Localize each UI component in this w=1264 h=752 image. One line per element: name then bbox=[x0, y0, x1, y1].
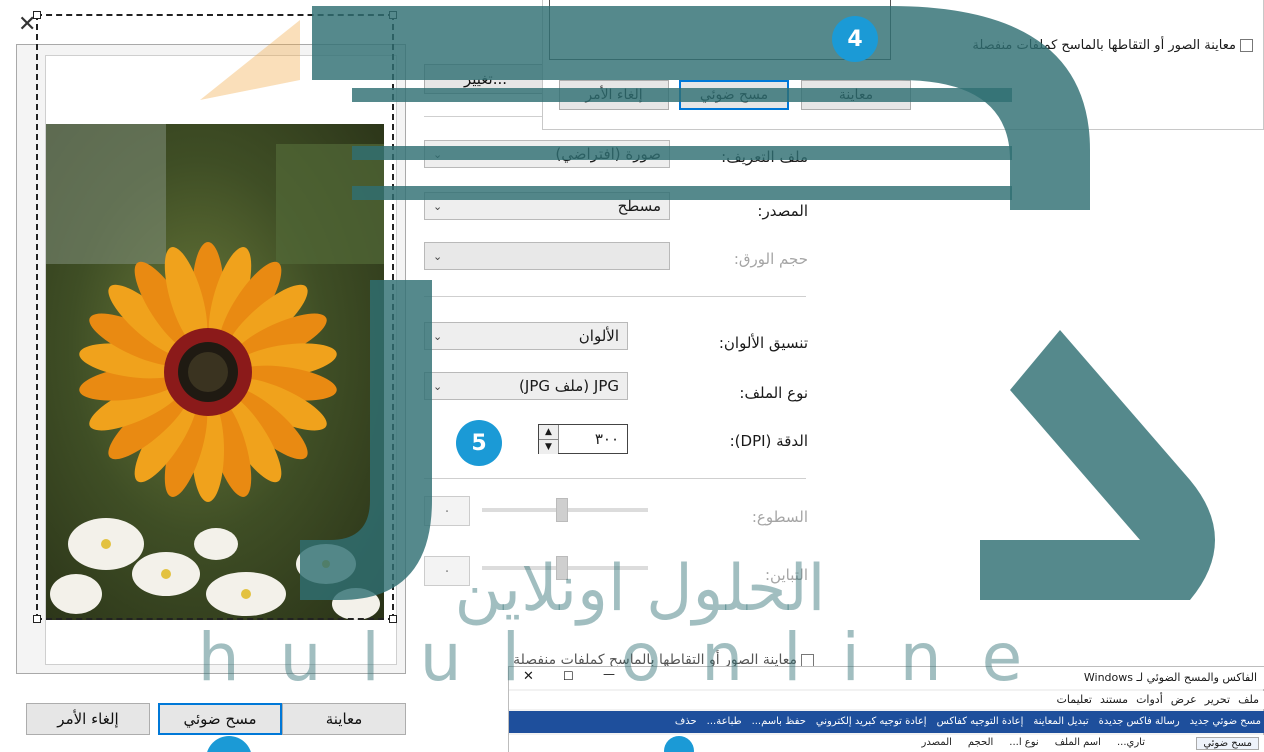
toolbar-print[interactable]: طباعة... bbox=[707, 716, 742, 727]
toolbar-new-scan[interactable]: مسح ضوئي جديد bbox=[1190, 716, 1261, 727]
slider-thumb bbox=[556, 498, 568, 522]
toolbar-forward-email[interactable]: إعادة توجيه كبريد إلكتروني bbox=[816, 716, 927, 727]
brightness-value-box: ٠ bbox=[424, 496, 470, 526]
toolbar: مسح ضوئي جديد رسالة فاكس جديدة تبديل الم… bbox=[509, 711, 1264, 733]
profile-select[interactable]: ⌄ صورة (افتراضي) bbox=[424, 140, 670, 168]
maximize-icon[interactable]: ☐ bbox=[563, 669, 574, 683]
paper-size-label: حجم الورق: bbox=[733, 250, 808, 268]
menu-bar: ملف تحرير عرض أدوات مستند تعليمات bbox=[509, 691, 1264, 709]
crop-handle-top-left[interactable] bbox=[33, 11, 41, 19]
crop-handle-bottom-right[interactable] bbox=[389, 615, 397, 623]
top-dialog-fragment: معاينة الصور أو التقاطها بالماسح كملفات … bbox=[542, 0, 1264, 130]
toolbar-forward-fax[interactable]: إعادة التوجيه كفاكس bbox=[937, 716, 1024, 727]
stepper-arrows[interactable]: ▲ ▼ bbox=[539, 425, 559, 454]
resolution-stepper[interactable]: ▲ ▼ ٣٠٠ bbox=[538, 424, 628, 454]
brightness-slider bbox=[482, 498, 648, 522]
chevron-up-icon[interactable]: ▲ bbox=[539, 425, 558, 440]
nav-scan[interactable]: مسح ضوئي bbox=[1196, 737, 1259, 750]
menu-help[interactable]: تعليمات bbox=[1057, 693, 1092, 706]
menu-document[interactable]: مستند bbox=[1100, 693, 1128, 706]
top-preview-button[interactable]: معاينة bbox=[801, 80, 911, 110]
minimize-icon[interactable]: — bbox=[603, 667, 615, 681]
divider bbox=[424, 296, 806, 297]
scan-preview-pane: ✕ معاينة مسح ضوئي إلغاء الأمر bbox=[0, 0, 412, 752]
top-checkbox-row[interactable]: معاينة الصور أو التقاطها بالماسح كملفات … bbox=[972, 38, 1253, 53]
contrast-value-box: ٠ bbox=[424, 556, 470, 586]
brightness-value: ٠ bbox=[443, 503, 451, 519]
toolbar-toggle-preview[interactable]: تبديل المعاينة bbox=[1033, 716, 1088, 727]
crop-handle-top-right[interactable] bbox=[389, 11, 397, 19]
scan-button[interactable]: مسح ضوئي bbox=[158, 703, 282, 735]
source-select[interactable]: ⌄ مسطح bbox=[424, 192, 670, 220]
background-area bbox=[822, 130, 1264, 665]
contrast-label: التباين: bbox=[764, 566, 808, 584]
color-format-label: تنسيق الألوان: bbox=[718, 334, 808, 352]
column-date[interactable]: تاري... bbox=[1117, 737, 1145, 748]
title-bar: ✕ ☐ — الفاكس والمسح الضوئي لـ Windows bbox=[509, 667, 1264, 689]
file-list-header: مسح ضوئي تاري... اسم الملف نوع ا... الحج… bbox=[509, 735, 1264, 752]
menu-edit[interactable]: تحرير bbox=[1205, 693, 1230, 706]
file-type-label: نوع الملف: bbox=[739, 384, 808, 402]
step-4-marker: 4 bbox=[832, 16, 878, 62]
column-source[interactable]: المصدر bbox=[922, 737, 952, 748]
column-filename[interactable]: اسم الملف bbox=[1055, 737, 1101, 748]
cancel-button[interactable]: إلغاء الأمر bbox=[26, 703, 150, 735]
slider-thumb bbox=[556, 556, 568, 580]
column-type[interactable]: نوع ا... bbox=[1009, 737, 1038, 748]
chevron-down-icon: ⌄ bbox=[433, 199, 443, 213]
file-type-select[interactable]: ⌄ JPG (ملف JPG) bbox=[424, 372, 628, 400]
top-cancel-button[interactable]: إلغاء الأمر bbox=[559, 80, 669, 110]
resolution-label: الدقة (DPI): bbox=[729, 432, 808, 450]
menu-view[interactable]: عرض bbox=[1171, 693, 1197, 706]
step-5-marker: 5 bbox=[456, 420, 502, 466]
profile-label: ملف التعريف: bbox=[721, 148, 808, 166]
menu-file[interactable]: ملف bbox=[1238, 693, 1259, 706]
toolbar-save-as[interactable]: حفظ باسم... bbox=[752, 716, 806, 727]
chevron-down-icon: ⌄ bbox=[433, 147, 443, 161]
brightness-label: السطوع: bbox=[751, 508, 808, 526]
fax-and-scan-window: ✕ ☐ — الفاكس والمسح الضوئي لـ Windows مل… bbox=[508, 666, 1264, 752]
top-checkbox-label: معاينة الصور أو التقاطها بالماسح كملفات … bbox=[972, 38, 1236, 53]
window-title: الفاكس والمسح الضوئي لـ Windows bbox=[1083, 671, 1257, 684]
chevron-down-icon[interactable]: ▼ bbox=[539, 440, 558, 454]
close-icon[interactable]: ✕ bbox=[523, 669, 534, 684]
chevron-down-icon: ⌄ bbox=[433, 329, 443, 343]
toolbar-new-fax[interactable]: رسالة فاكس جديدة bbox=[1099, 716, 1180, 727]
preview-button[interactable]: معاينة bbox=[282, 703, 406, 735]
crop-handle-bottom-left[interactable] bbox=[33, 615, 41, 623]
crop-selection-box[interactable] bbox=[33, 11, 397, 623]
menu-tools[interactable]: أدوات bbox=[1136, 693, 1163, 706]
divider bbox=[424, 478, 806, 479]
change-button[interactable]: تغيير... bbox=[424, 64, 554, 94]
checkbox[interactable] bbox=[801, 653, 814, 667]
contrast-value: ٠ bbox=[443, 563, 451, 579]
toolbar-delete[interactable]: حذف bbox=[675, 716, 697, 727]
resolution-value[interactable]: ٣٠٠ bbox=[559, 425, 627, 453]
checkbox[interactable] bbox=[1240, 39, 1253, 52]
chevron-down-icon: ⌄ bbox=[433, 249, 443, 263]
source-label: المصدر: bbox=[757, 202, 808, 220]
color-format-select[interactable]: ⌄ الألوان bbox=[424, 322, 628, 350]
column-size[interactable]: الحجم bbox=[968, 737, 993, 748]
top-scan-button[interactable]: مسح ضوئي bbox=[679, 80, 789, 110]
chevron-down-icon: ⌄ bbox=[433, 379, 443, 393]
paper-size-select: ⌄ bbox=[424, 242, 670, 270]
contrast-slider bbox=[482, 556, 648, 580]
